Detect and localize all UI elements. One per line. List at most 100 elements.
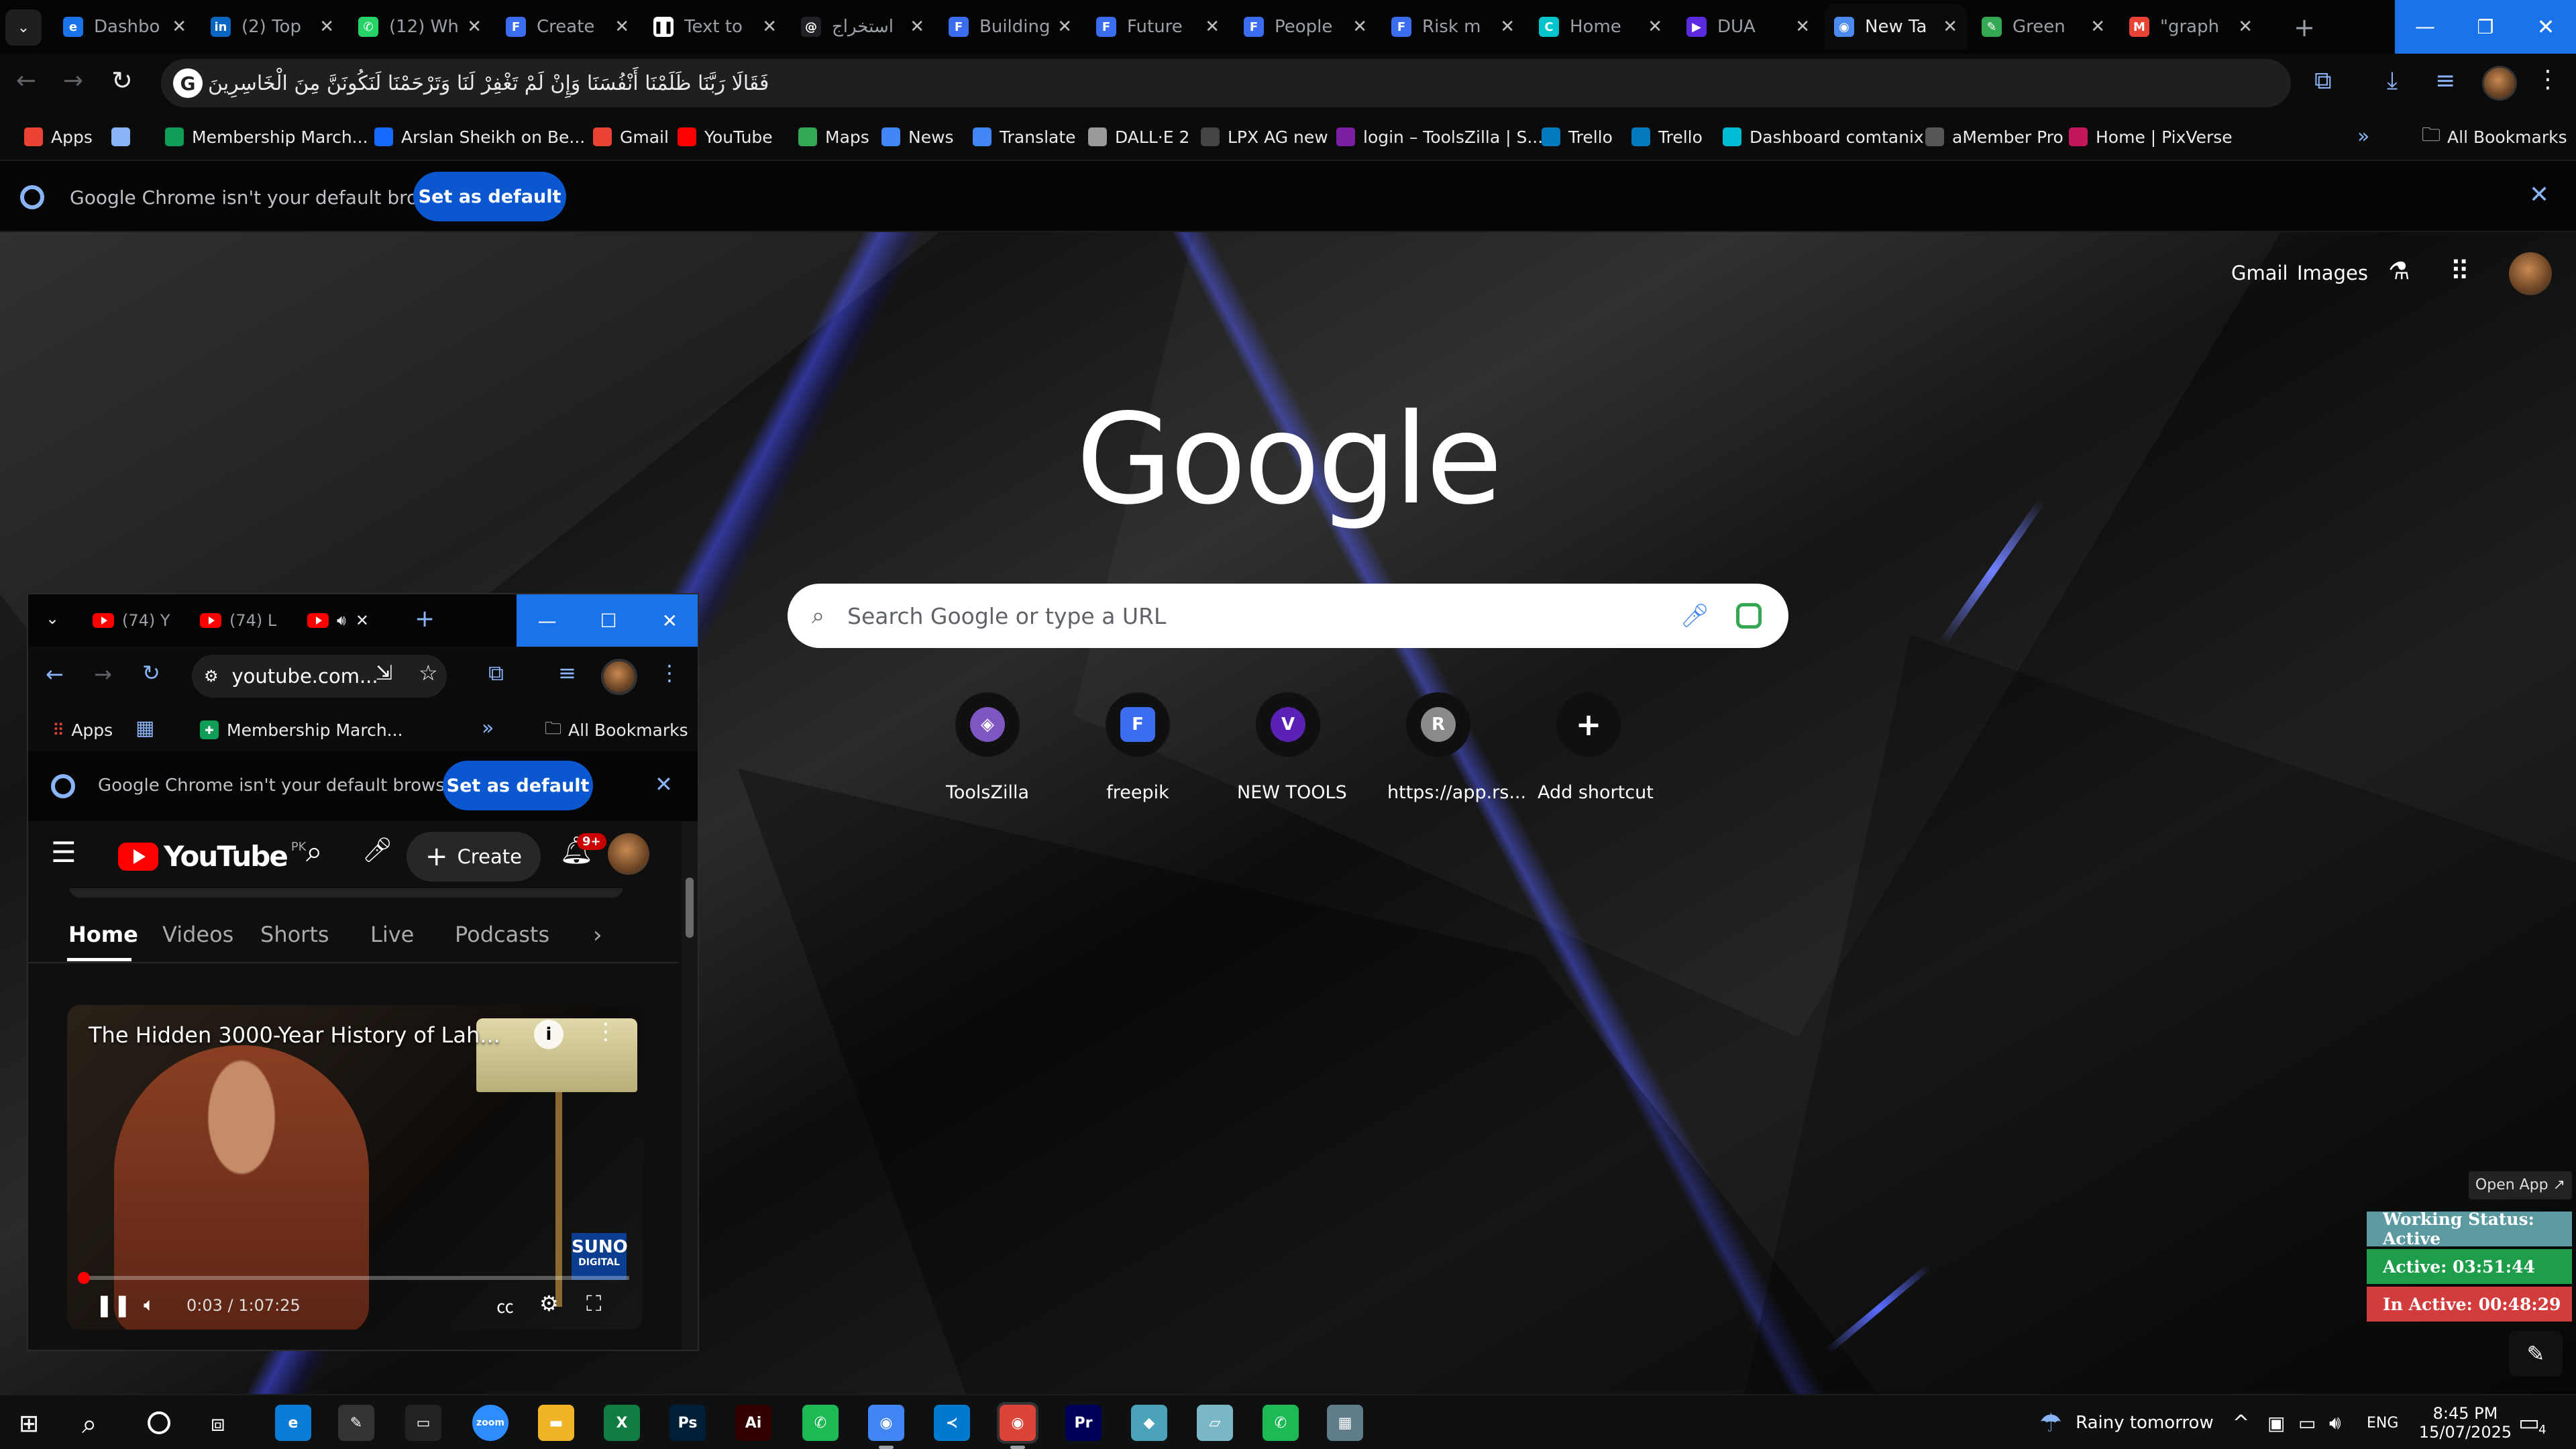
media-queue-icon[interactable]: ≡: [558, 660, 576, 686]
tab-13[interactable]: ◉ New Ta ✕: [1825, 4, 1967, 50]
install-icon[interactable]: ⇲: [376, 661, 392, 685]
close-tab-icon[interactable]: ✕: [1795, 17, 1810, 37]
close-tab-icon[interactable]: ✕: [2238, 17, 2253, 37]
close-tab-icon[interactable]: ✕: [1352, 17, 1367, 37]
mini-set-default-button[interactable]: Set as default: [443, 761, 593, 810]
mini-address-bar[interactable]: ⚙ youtube.com...: [192, 655, 447, 698]
labs-icon[interactable]: ⚗: [2388, 258, 2410, 285]
tab-12[interactable]: ▶ DUA ✕: [1677, 4, 1819, 50]
mini-tab-3[interactable]: 🔊︎ ✕: [307, 604, 369, 637]
edit-button[interactable]: ✎: [2509, 1331, 2563, 1377]
captions-icon[interactable]: ㏄: [496, 1293, 514, 1318]
reload-button[interactable]: ↻: [111, 66, 133, 95]
meet-icon[interactable]: ▣: [2267, 1395, 2285, 1449]
download-icon[interactable]: ⤓: [2387, 67, 2398, 95]
shortcut-3[interactable]: V NEW TOOLS: [1237, 692, 1347, 803]
mini-tab-1[interactable]: (74) Y: [93, 604, 170, 637]
mini-close-infobar-icon[interactable]: ✕: [655, 771, 673, 797]
forward-button[interactable]: →: [94, 661, 112, 687]
calculator-icon[interactable]: ▦: [1327, 1405, 1363, 1441]
omnibox[interactable]: G فَقَالَا رَبَّنَا ظَلَمْنَا أَنْفُسَنَ…: [161, 59, 2291, 107]
clock[interactable]: 8:45 PM 15/07/2025: [2419, 1395, 2512, 1449]
close-tab-icon[interactable]: ✕: [614, 17, 629, 37]
youtube-popup-window[interactable]: ⌄ (74) Y (74) L 🔊︎ ✕ + — ☐ ✕ ← → ↻ ⚙ yout…: [27, 593, 699, 1351]
forward-button[interactable]: →: [63, 67, 83, 95]
volume-icon[interactable]: 🔊︎: [2329, 1395, 2341, 1449]
mini-close-button[interactable]: ✕: [639, 594, 698, 647]
tab-10[interactable]: F Risk m ✕: [1382, 4, 1524, 50]
set-default-button[interactable]: Set as default: [413, 172, 566, 221]
network-icon[interactable]: ▭: [2298, 1395, 2316, 1449]
mic-icon[interactable]: 🎤︎: [362, 836, 393, 864]
close-tab-icon[interactable]: ✕: [762, 17, 777, 37]
close-infobar-icon[interactable]: ✕: [2529, 181, 2549, 209]
phone-icon[interactable]: ✆: [802, 1405, 839, 1441]
tab-groups-icon[interactable]: ▦: [136, 716, 154, 740]
bookmark-10[interactable]: DALL·E 2: [1088, 114, 1189, 160]
close-tab-icon[interactable]: ✕: [319, 17, 334, 37]
mini-tab-2[interactable]: (74) L: [200, 604, 276, 637]
progress-track[interactable]: [82, 1276, 629, 1280]
close-tab-icon[interactable]: ✕: [1648, 17, 1662, 37]
close-tab-icon[interactable]: ✕: [467, 17, 482, 37]
mini-bookmark-membership[interactable]: ✚ Membership March...: [200, 707, 403, 753]
bookmark-star-icon[interactable]: ☆: [419, 660, 438, 686]
back-button[interactable]: ←: [46, 661, 64, 687]
bookmark-1[interactable]: Apps: [24, 114, 93, 160]
chevron-down-icon[interactable]: ⌄: [46, 609, 59, 628]
minimize-button[interactable]: —: [2395, 15, 2455, 39]
chips-next-icon[interactable]: ›: [593, 922, 602, 949]
chip-shorts[interactable]: Shorts: [260, 922, 329, 947]
bookmark-8[interactable]: News: [881, 114, 954, 160]
account-avatar[interactable]: [2509, 252, 2552, 295]
pause-icon[interactable]: ❚❚: [95, 1292, 131, 1318]
close-tab-icon[interactable]: ✕: [1943, 17, 1957, 37]
chip-podcasts[interactable]: Podcasts: [455, 922, 549, 947]
profile-avatar[interactable]: [2482, 66, 2517, 101]
video-player[interactable]: The Hidden 3000-Year History of Lah... i…: [67, 1005, 643, 1330]
mini-maximize-button[interactable]: ☐: [578, 594, 639, 647]
tab-search-button[interactable]: ⌄: [5, 9, 42, 46]
tab-5[interactable]: ❚❚ Text to ✕: [644, 4, 786, 50]
tab-2[interactable]: in (2) Top ✕: [201, 4, 343, 50]
tab-4[interactable]: F Create ✕: [496, 4, 639, 50]
bookmark-12[interactable]: login – ToolsZilla | S...: [1336, 114, 1543, 160]
notification-center[interactable]: ▭ 4: [2518, 1395, 2546, 1449]
reload-button[interactable]: ↻: [142, 660, 160, 686]
fullscreen-icon[interactable]: ⛶: [586, 1291, 601, 1317]
chrome-icon[interactable]: ◉: [868, 1405, 904, 1449]
bookmark-4[interactable]: Arslan Sheikh on Be...: [374, 114, 585, 160]
premiere-icon[interactable]: Pr: [1065, 1405, 1102, 1441]
restore-button[interactable]: ❐: [2455, 16, 2516, 38]
apps-grid-icon[interactable]: ⠿: [2450, 256, 2469, 287]
extensions-icon[interactable]: ⧉: [488, 660, 504, 686]
close-window-button[interactable]: ✕: [2516, 14, 2576, 40]
excel-icon[interactable]: X: [604, 1405, 640, 1441]
shortcut-5[interactable]: + Add shortcut: [1538, 692, 1654, 803]
tab-14[interactable]: ✎ Green ✕: [1972, 4, 2114, 50]
search-icon[interactable]: ⌕: [306, 835, 323, 869]
bookmark-13[interactable]: Trello: [1542, 114, 1613, 160]
bookmark-2[interactable]: [111, 114, 138, 160]
bookmark-16[interactable]: aMember Pro: [1925, 114, 2063, 160]
settings-gear-icon[interactable]: ⚙: [539, 1291, 559, 1316]
app-icon[interactable]: ◆: [1131, 1405, 1167, 1441]
menu-icon[interactable]: ⋮: [2536, 66, 2560, 93]
bookmarks-overflow-icon[interactable]: »: [482, 716, 494, 740]
tab-7[interactable]: F Building ✕: [939, 4, 1081, 50]
volume-icon[interactable]: 🔈︎: [144, 1293, 155, 1316]
hamburger-menu-icon[interactable]: ☰: [51, 836, 76, 869]
language-indicator[interactable]: ENG: [2367, 1395, 2398, 1449]
scrollbar-thumb[interactable]: [686, 877, 694, 938]
tab-1[interactable]: e Dashbo ✕: [54, 4, 196, 50]
close-tab-icon[interactable]: ✕: [2090, 17, 2105, 37]
search-icon[interactable]: ⌕: [82, 1409, 97, 1440]
close-tab-icon[interactable]: ✕: [910, 17, 924, 37]
tab-6[interactable]: @ استخراج ✕: [792, 4, 934, 50]
windows-start-icon[interactable]: ⊞: [19, 1410, 39, 1438]
edge-icon[interactable]: e: [275, 1405, 311, 1441]
images-link[interactable]: Images: [2297, 262, 2368, 284]
illustrator-icon[interactable]: Ai: [735, 1405, 771, 1441]
bookmark-17[interactable]: Home | PixVerse: [2069, 114, 2233, 160]
all-bookmarks[interactable]: 🗀 All Bookmarks: [2422, 114, 2567, 160]
